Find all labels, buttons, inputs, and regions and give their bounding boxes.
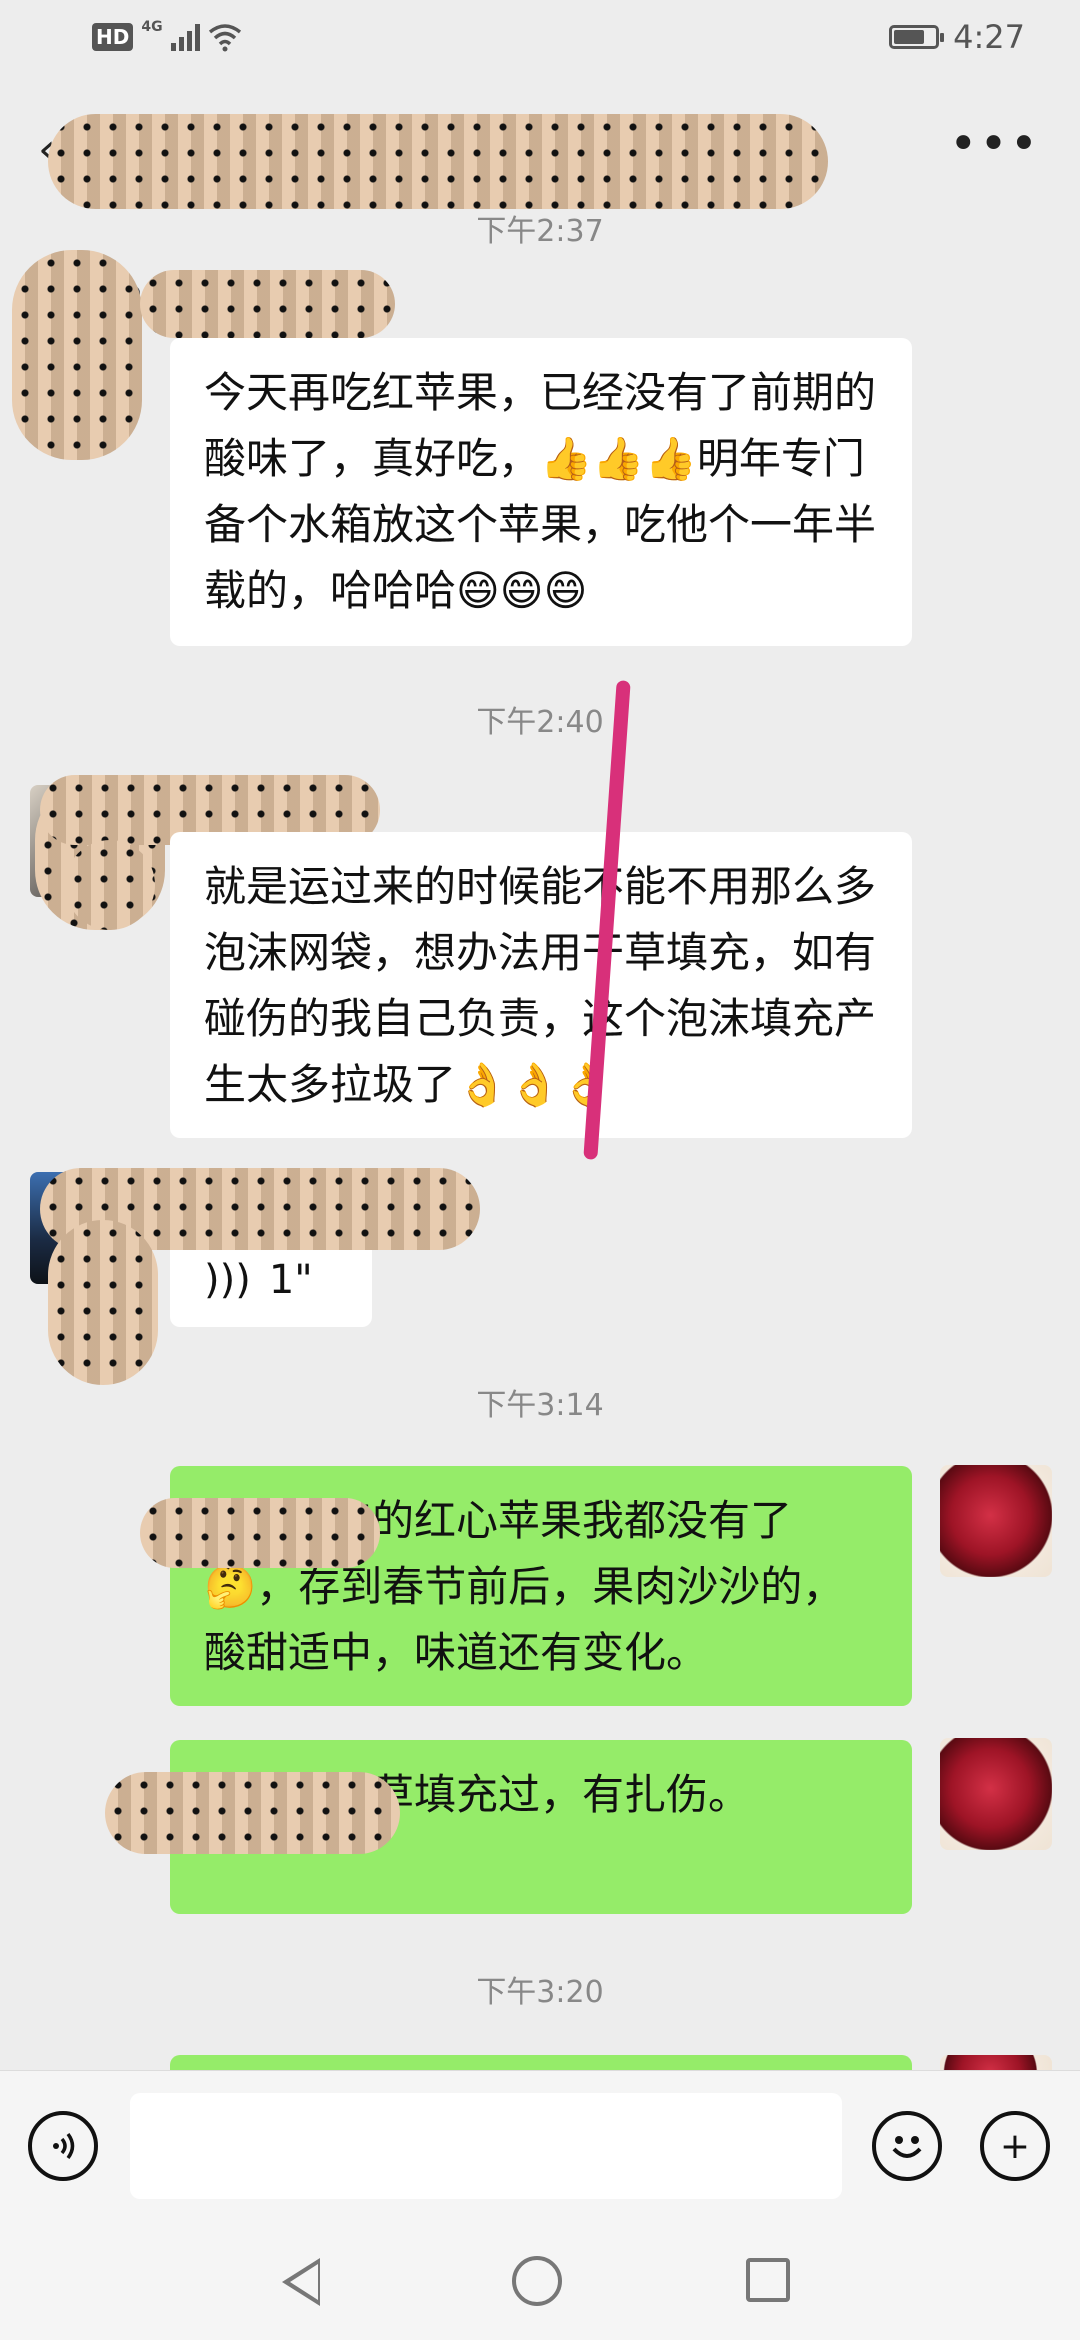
message-bubble-incoming[interactable]: 就是运过来的时候能不能不用那么多泡沫网袋，想办法用干草填充，如有碰伤的我自己负责…: [170, 832, 912, 1138]
timestamp: 下午3:20: [476, 1975, 604, 2010]
system-nav-bar: [0, 2220, 1080, 2340]
message-bubble-incoming[interactable]: 今天再吃红苹果，已经没有了前期的酸味了，真好吃，👍👍👍明年专门备个水箱放这个苹果…: [170, 338, 912, 646]
voice-glyph-icon: [53, 2132, 75, 2160]
status-time: 4:27: [953, 18, 1025, 56]
more-options-icon[interactable]: •••: [949, 116, 1040, 172]
self-avatar[interactable]: [940, 1465, 1052, 1577]
battery-icon: [889, 25, 945, 49]
message-input[interactable]: [130, 2093, 842, 2199]
avatar-redaction: [65, 840, 155, 930]
smile-glyph-icon: [892, 2136, 922, 2158]
mention-redaction: [140, 1498, 380, 1568]
mention-redaction: [105, 1772, 400, 1854]
nav-back-inner: [290, 2264, 318, 2300]
input-bar: +: [0, 2070, 1080, 2221]
voice-icon[interactable]: [28, 2111, 98, 2181]
network-type: 4G: [141, 19, 163, 35]
hd-badge: HD: [92, 23, 134, 51]
status-bar: HD 4G 4:27: [0, 0, 1080, 84]
timestamp: 下午2:40: [476, 705, 604, 740]
avatar-redaction: [12, 250, 142, 460]
emoji-icon[interactable]: [872, 2111, 942, 2181]
avatar-redaction: [48, 1220, 158, 1385]
wifi-icon: [208, 24, 241, 52]
nav-home-icon[interactable]: [512, 2256, 562, 2306]
timestamp: 下午3:14: [476, 1388, 604, 1423]
status-right: 4:27: [889, 18, 1025, 56]
voice-duration: 1": [268, 1257, 313, 1303]
nav-recent-icon[interactable]: [746, 2258, 790, 2302]
timestamp: 下午2:37: [476, 214, 604, 249]
sender-name-redaction: [140, 270, 395, 338]
voice-wave-icon: ))): [204, 1257, 251, 1303]
status-left: HD 4G: [92, 19, 242, 52]
chat-title-bar: ‹ •••: [0, 84, 1080, 214]
plus-icon[interactable]: +: [980, 2111, 1050, 2181]
self-avatar[interactable]: [940, 1738, 1052, 1850]
chat-title-redacted: [48, 114, 828, 209]
signal-icon: [170, 23, 200, 51]
